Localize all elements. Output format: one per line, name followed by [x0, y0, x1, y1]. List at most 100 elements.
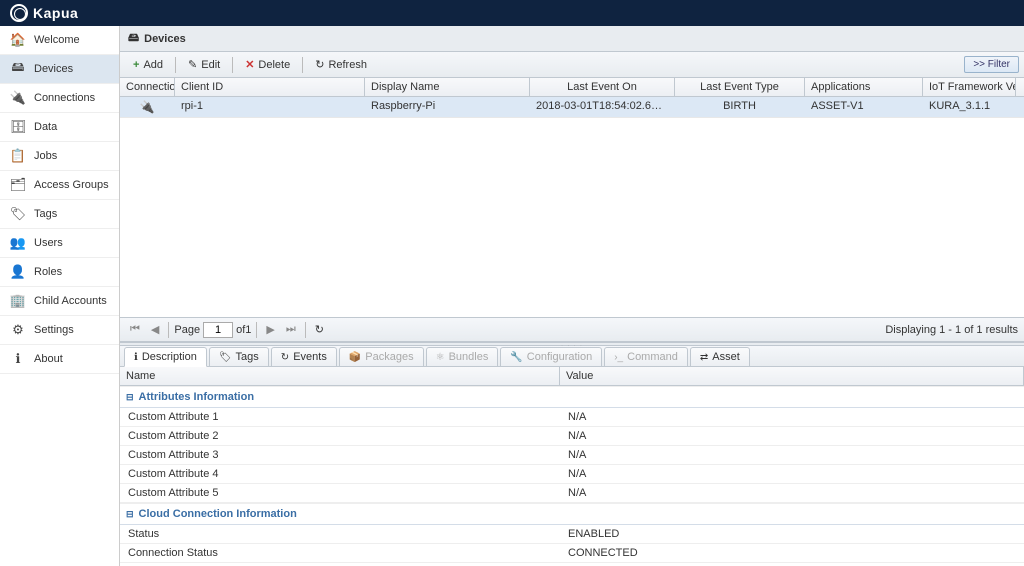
pager: ⏮ ◀ Page of1 ▶ ⏭ ↻ Displaying 1 - 1 of 1… [120, 317, 1024, 342]
detail-panel: Name Value ⊟ Attributes Information Custom… [120, 367, 1024, 566]
list-icon: 📋 [10, 148, 26, 164]
sidebar-item-jobs[interactable]: 📋Jobs [0, 142, 119, 171]
device-icon: 🖴 [10, 61, 26, 77]
sidebar-item-devices[interactable]: 🖴 Devices [0, 55, 119, 84]
tag-icon: 🏷 [10, 206, 26, 222]
pager-info: Displaying 1 - 1 of 1 results [885, 324, 1018, 336]
refresh-icon: ↻ [281, 352, 289, 363]
pager-page-label: Page [174, 324, 200, 336]
sidebar-item-access-groups[interactable]: 🗂Access Groups [0, 171, 119, 200]
swap-icon: ⇄ [700, 352, 708, 363]
property-row[interactable]: Custom Attribute 1N/A [120, 408, 1024, 427]
pager-prev[interactable]: ◀ [147, 321, 163, 338]
tab-packages: 📦Packages [339, 347, 424, 366]
db-icon: 🗄 [10, 119, 26, 135]
property-row[interactable]: StatusENABLED [120, 525, 1024, 544]
detail-col-name[interactable]: Name [120, 367, 560, 385]
col-applications[interactable]: Applications [805, 78, 923, 96]
tab-asset[interactable]: ⇄ Asset [690, 347, 750, 366]
sidebar-item-child-accounts[interactable]: 🏢 Child Accounts [0, 287, 119, 316]
sidebar-item-welcome[interactable]: 🏠Welcome [0, 26, 119, 55]
toolbar: +Add ✎Edit ✕Delete ↻Refresh >> Filter [120, 52, 1024, 78]
tab-command: ›_Command [604, 347, 688, 366]
sidebar-item-about[interactable]: ℹ About [0, 345, 119, 374]
tab-label: Description [142, 351, 197, 363]
property-row[interactable]: Custom Attribute 5N/A [120, 484, 1024, 503]
sidebar-item-label: Users [34, 237, 63, 249]
col-client-id[interactable]: Client ID [175, 78, 365, 96]
edit-button[interactable]: ✎Edit [180, 54, 228, 75]
col-display-name[interactable]: Display Name [365, 78, 530, 96]
property-name: Custom Attribute 2 [120, 427, 560, 445]
tab-tags[interactable]: 🏷Tags [209, 347, 269, 366]
sidebar-item-label: About [34, 353, 63, 365]
property-row[interactable]: Custom Attribute 3N/A [120, 446, 1024, 465]
sidebar-item-data[interactable]: 🗄Data [0, 113, 119, 142]
tab-bundles: ⚛Bundles [426, 347, 499, 366]
plus-icon: + [133, 59, 139, 71]
property-row[interactable]: Connection StatusCONNECTED [120, 544, 1024, 563]
pager-next[interactable]: ▶ [262, 321, 278, 338]
col-last-event-type[interactable]: Last Event Type [675, 78, 805, 96]
x-icon: ✕ [245, 58, 254, 71]
col-fw-version[interactable]: IoT Framework Version [923, 78, 1016, 96]
connected-icon: 🔌 [140, 100, 155, 114]
grid-empty-space [120, 118, 1024, 317]
tab-configuration: 🔧Configuration [500, 347, 602, 366]
refresh-button[interactable]: ↻Refresh [307, 54, 375, 75]
collapse-icon: ⊟ [126, 509, 134, 520]
property-row[interactable]: Custom Attribute 4N/A [120, 465, 1024, 484]
property-row[interactable]: Custom Attribute 2N/A [120, 427, 1024, 446]
sidebar-item-label: Connections [34, 92, 95, 104]
pager-last[interactable]: ⏭ [282, 321, 300, 338]
sidebar-item-users[interactable]: 👥 Users [0, 229, 119, 258]
info-icon: ℹ [10, 351, 26, 367]
pager-refresh[interactable]: ↻ [311, 321, 328, 338]
sidebar-item-tags[interactable]: 🏷Tags [0, 200, 119, 229]
pager-page-input[interactable] [203, 322, 233, 338]
group-header[interactable]: ⊟Cloud Connection Information [120, 503, 1024, 525]
tab-label: Asset [712, 351, 740, 363]
property-value: N/A [560, 484, 1024, 502]
sidebar-item-label: Child Accounts [34, 295, 107, 307]
col-connection-status[interactable]: Connection S… [120, 78, 175, 96]
child-icon: 🏢 [10, 293, 26, 309]
home-icon: 🏠 [10, 32, 26, 48]
detail-col-value[interactable]: Value [560, 367, 1024, 385]
sidebar-item-roles[interactable]: 👤Roles [0, 258, 119, 287]
property-name: Custom Attribute 4 [120, 465, 560, 483]
group-header[interactable]: ⊟ Attributes Information [120, 386, 1024, 408]
sidebar-item-label: Devices [34, 63, 73, 75]
pager-first[interactable]: ⏮ [126, 321, 144, 338]
group-title: Attributes Information [139, 391, 255, 403]
logo-text: Kapua [33, 5, 78, 21]
property-value: ENABLED [560, 525, 1024, 543]
tab-label: Events [293, 351, 327, 363]
property-name: Status [120, 525, 560, 543]
app-logo: Kapua [10, 4, 78, 22]
tab-events[interactable]: ↻ Events [271, 347, 337, 366]
tab-label: Tags [236, 351, 259, 363]
sidebar-item-settings[interactable]: ⚙Settings [0, 316, 119, 345]
property-value: N/A [560, 446, 1024, 464]
col-last-event-on[interactable]: Last Event On [530, 78, 675, 96]
terminal-icon: ›_ [614, 352, 623, 363]
table-row[interactable]: 🔌 rpi-1 Raspberry-Pi 2018-03-01T18:54:02… [120, 97, 1024, 118]
collapse-icon: ⊟ [126, 392, 134, 403]
tab-label: Bundles [449, 351, 489, 363]
property-value: CONNECTED [560, 544, 1024, 562]
property-name: Connection Status [120, 544, 560, 562]
filter-button[interactable]: >> Filter [964, 56, 1019, 73]
tab-description[interactable]: ℹ Description [124, 347, 207, 367]
add-button[interactable]: +Add [125, 55, 171, 75]
tab-label: Configuration [527, 351, 592, 363]
info-icon: ℹ [134, 352, 138, 363]
panel-title: Devices [144, 33, 186, 45]
sidebar-item-connections[interactable]: 🔌Connections [0, 84, 119, 113]
role-icon: 👤 [10, 264, 26, 280]
grid-header-row: Connection S… Client ID Display Name Las… [120, 78, 1024, 97]
content-area: 🖴 Devices +Add ✎Edit ✕Delete ↻Refresh >>… [120, 26, 1024, 566]
users-icon: 👥 [10, 235, 26, 251]
delete-button[interactable]: ✕Delete [237, 54, 298, 75]
refresh-icon: ↻ [315, 58, 324, 71]
